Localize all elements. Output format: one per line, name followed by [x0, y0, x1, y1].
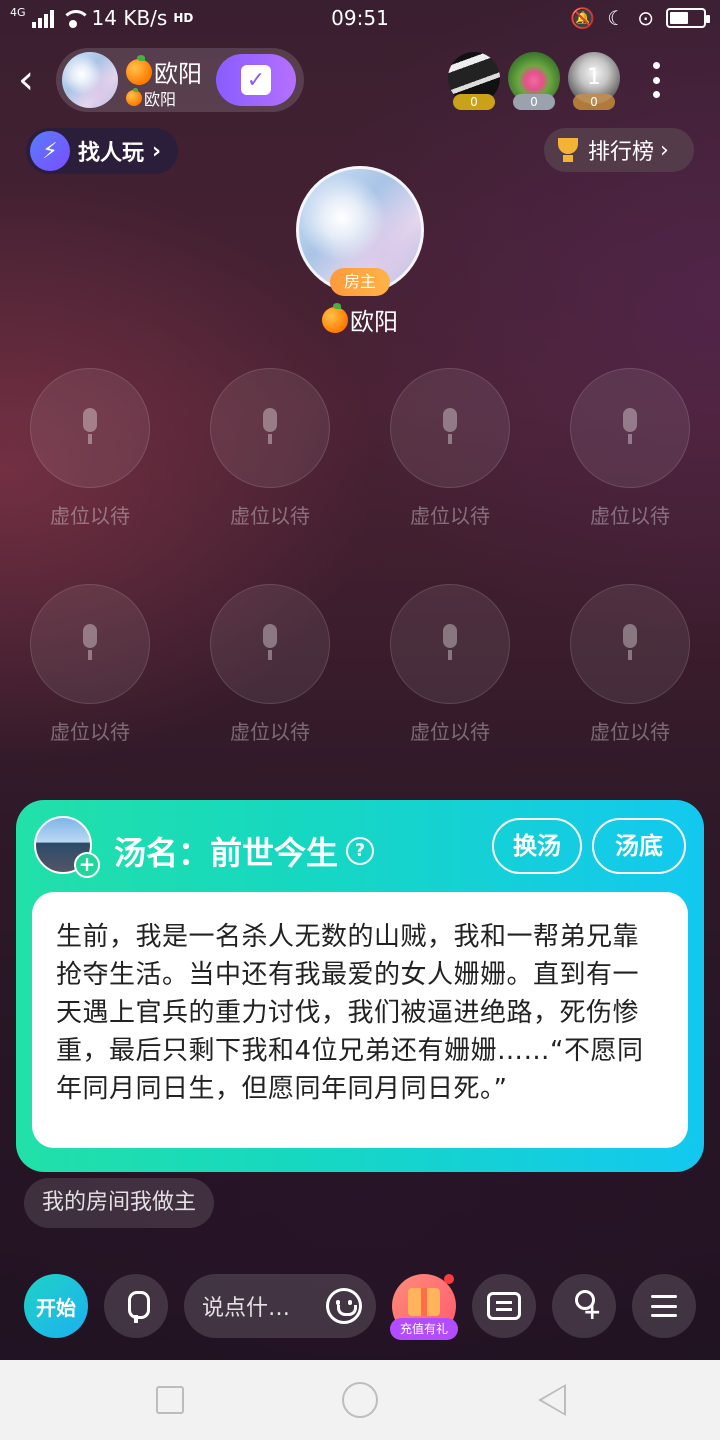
empty-seat[interactable]: 虚位以待 [390, 368, 510, 538]
audience-avatar[interactable]: 0 [508, 52, 560, 110]
chevron-right-icon: › [152, 138, 162, 164]
soup-title: 汤名：前世今生 ? [114, 828, 375, 874]
follow-plus-icon[interactable]: + [74, 852, 100, 878]
host-name-text: 欧阳 [154, 60, 202, 88]
trophy-icon [554, 136, 582, 164]
lock-rotation-icon: ⊙ [637, 6, 654, 30]
mic-icon [78, 624, 102, 664]
audience-count[interactable]: 1 [568, 52, 620, 104]
mic-icon [438, 408, 462, 448]
empty-seat[interactable]: 虚位以待 [570, 584, 690, 754]
host-info-pill[interactable]: 欧阳 欧阳 ✓ [56, 48, 304, 112]
soup-card: + 汤名：前世今生 ? 换汤 汤底 生前，我是一名杀人无数的山贼，我和一帮弟兄靠… [16, 800, 704, 1172]
system-nav-bar [0, 1360, 720, 1440]
empty-seat[interactable]: 虚位以待 [210, 584, 330, 754]
chat-icon [487, 1292, 521, 1320]
status-bar: 4G 14 KB/s HD 09:51 🔕 ☾ ⊙ [0, 0, 720, 40]
mic-icon [618, 408, 642, 448]
soup-title-text: 汤名：前世今生 [114, 834, 339, 872]
empty-seat[interactable]: 虚位以待 [210, 368, 330, 538]
more-menu-icon[interactable] [652, 62, 660, 98]
message-placeholder: 说点什… [202, 1296, 291, 1321]
seat-label: 虚位以待 [590, 720, 670, 744]
soup-story-box[interactable]: 生前，我是一名杀人无数的山贼，我和一帮弟兄靠抢夺生活。当中还有我最爱的女人姗姗。… [32, 892, 688, 1148]
seat-label: 虚位以待 [230, 720, 310, 744]
gift-button[interactable]: 充值有礼 [390, 1274, 458, 1340]
seat-label: 虚位以待 [230, 504, 310, 528]
change-soup-button[interactable]: 换汤 [492, 818, 582, 874]
room-notice-chip[interactable]: 我的房间我做主 [24, 1178, 215, 1228]
message-input[interactable]: 说点什… [184, 1274, 376, 1338]
owner-name-text: 欧阳 [350, 308, 398, 336]
menu-button[interactable] [632, 1274, 696, 1338]
start-game-button[interactable]: 开始 [24, 1274, 88, 1338]
find-players-button[interactable]: ⚡ 找人玩 › [26, 128, 178, 174]
home-icon[interactable] [342, 1382, 378, 1418]
soup-answer-button[interactable]: 汤底 [592, 818, 686, 874]
recent-apps-icon[interactable] [156, 1386, 184, 1414]
host-avatar[interactable] [62, 52, 118, 108]
host-name: 欧阳 [126, 54, 202, 89]
recharge-label: 充值有礼 [390, 1318, 458, 1340]
ranking-label: 排行榜 [588, 140, 655, 165]
mute-icon: 🔕 [570, 6, 596, 30]
empty-seat[interactable]: 虚位以待 [30, 368, 150, 538]
soup-story-text: 生前，我是一名杀人无数的山贼，我和一帮弟兄靠抢夺生活。当中还有我最爱的女人姗姗。… [56, 922, 644, 1104]
find-players-label: 找人玩 [78, 141, 145, 166]
audience-badge: 0 [453, 94, 495, 110]
chevron-right-icon: › [660, 137, 669, 163]
mic-icon [258, 408, 282, 448]
battery-icon [666, 8, 710, 28]
host-subtitle: 欧阳 [126, 86, 176, 110]
seat-label: 虚位以待 [590, 504, 670, 528]
owner-name: 欧阳 [0, 302, 720, 337]
audience-badge: 0 [513, 94, 555, 110]
mic-icon [618, 624, 642, 664]
lightning-icon: ⚡ [30, 131, 70, 171]
mic-icon [258, 624, 282, 664]
back-button[interactable]: ‹ [18, 60, 48, 100]
mic-toggle-button[interactable] [104, 1274, 168, 1338]
microphone-icon [125, 1291, 150, 1323]
seat-label: 虚位以待 [410, 720, 490, 744]
chat-button[interactable] [472, 1274, 536, 1338]
notification-dot [444, 1274, 454, 1284]
ranking-button[interactable]: 排行榜 › [544, 128, 694, 172]
seat-label: 虚位以待 [410, 504, 490, 528]
mic-icon [438, 624, 462, 664]
empty-seat[interactable]: 虚位以待 [390, 584, 510, 754]
mic-icon [78, 408, 102, 448]
back-triangle-icon[interactable] [538, 1384, 566, 1416]
orange-icon [126, 55, 152, 85]
help-icon[interactable]: ? [346, 837, 375, 865]
checkin-button[interactable]: ✓ [216, 54, 296, 106]
owner-tag: 房主 [330, 268, 390, 296]
empty-seat[interactable]: 虚位以待 [570, 368, 690, 538]
calendar-check-icon: ✓ [241, 65, 271, 95]
invite-user-button[interactable] [552, 1274, 616, 1338]
start-label: 开始 [36, 1295, 76, 1320]
orange-icon-small [126, 88, 142, 106]
seat-label: 虚位以待 [50, 504, 130, 528]
add-user-icon [569, 1290, 601, 1325]
menu-icon [651, 1295, 677, 1317]
host-sub-text: 欧阳 [144, 90, 177, 109]
emoji-icon[interactable] [326, 1288, 362, 1324]
empty-seat[interactable]: 虚位以待 [30, 584, 150, 754]
seat-label: 虚位以待 [50, 720, 130, 744]
moon-icon: ☾ [607, 6, 626, 30]
audience-avatar[interactable]: 0 [448, 52, 500, 110]
orange-icon [322, 303, 348, 333]
gift-box-icon [408, 1288, 440, 1316]
